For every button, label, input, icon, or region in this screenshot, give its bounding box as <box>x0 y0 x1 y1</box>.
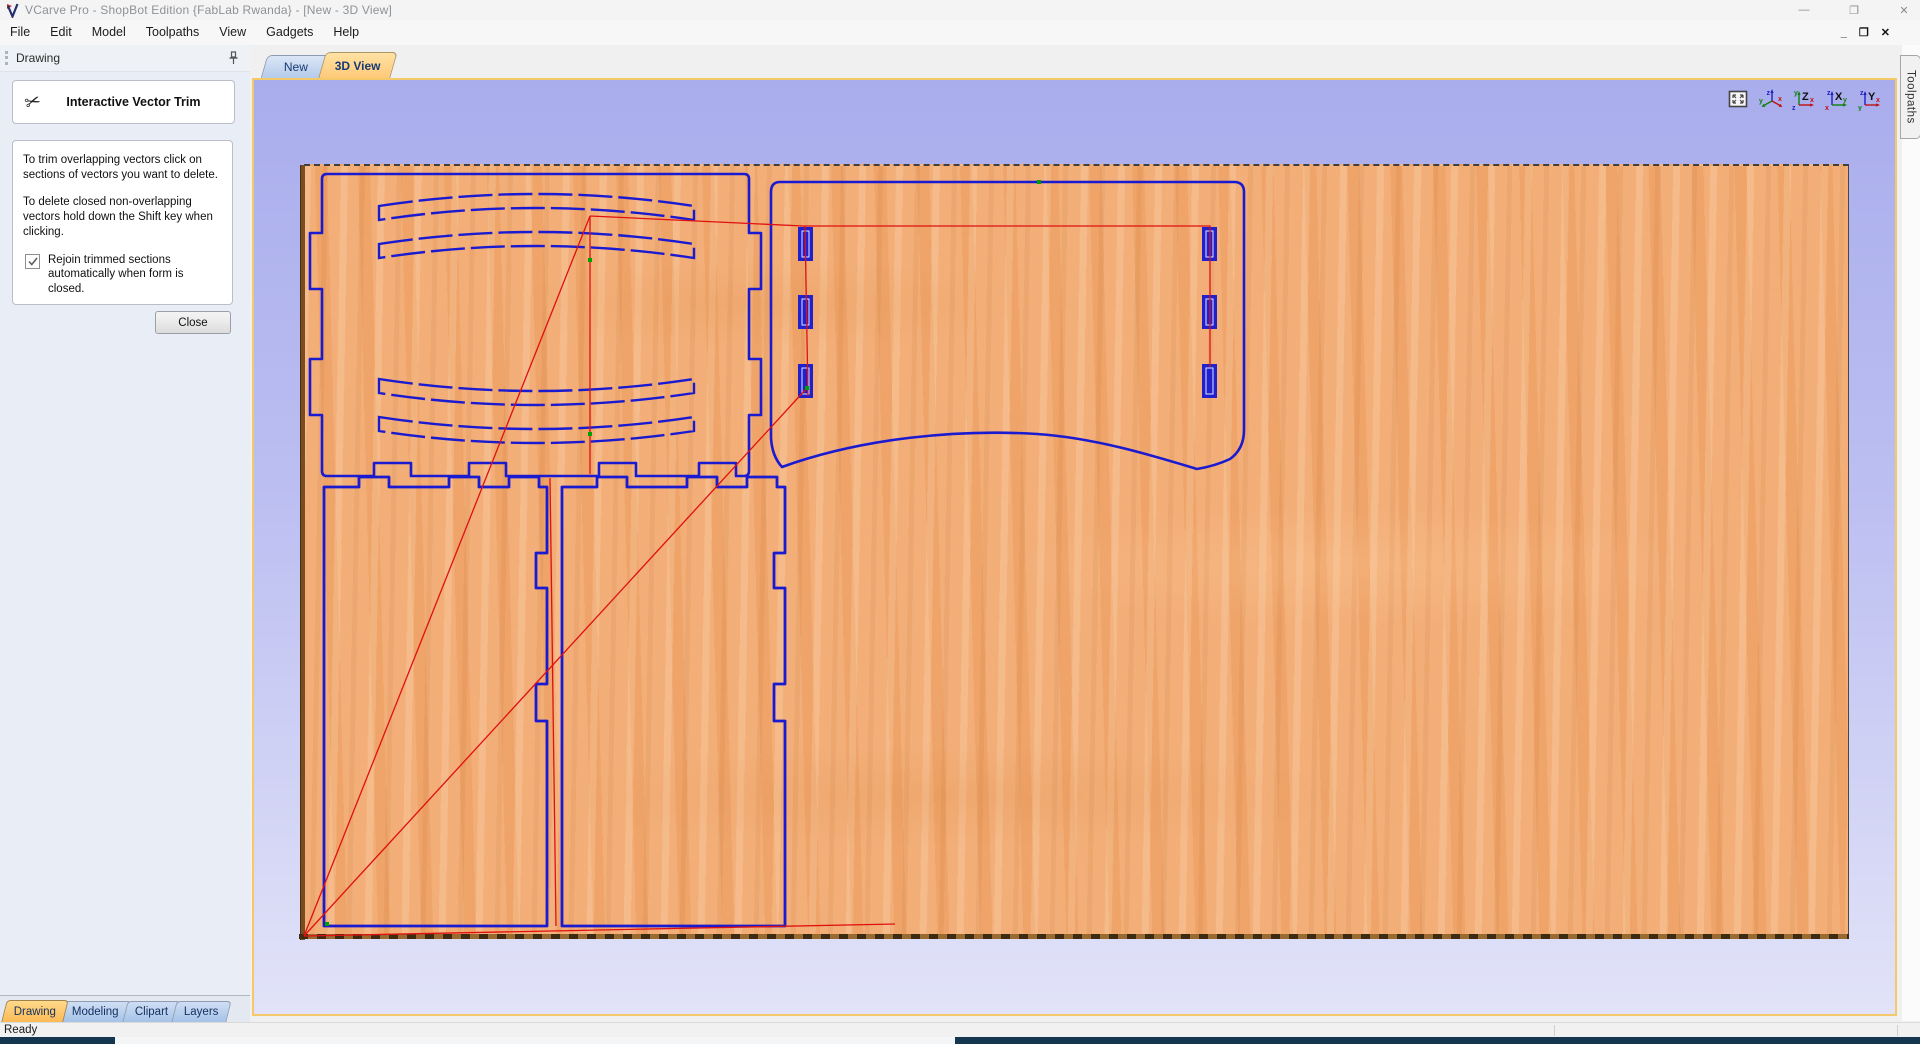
trim-instructions-box: To trim overlapping vectors click on sec… <box>12 140 233 305</box>
menu-model[interactable]: Model <box>82 20 136 45</box>
svg-text:Z: Z <box>1802 91 1809 103</box>
svg-text:Y: Y <box>1868 91 1876 103</box>
svg-text:x: x <box>1778 96 1782 103</box>
status-bar: Ready <box>0 1022 1920 1038</box>
taskbar-light-segment <box>115 1037 955 1044</box>
instruction-paragraph-2: To delete closed non-overlapping vectors… <box>23 196 213 238</box>
svg-text:y: y <box>1759 98 1763 105</box>
svg-text:y: y <box>1843 97 1847 104</box>
instruction-paragraph-1: To trim overlapping vectors click on sec… <box>23 154 218 181</box>
menu-view[interactable]: View <box>209 20 256 45</box>
backrest-slats[interactable] <box>377 192 696 445</box>
side-view-y-icon[interactable]: z x y Y <box>1857 86 1883 112</box>
window-close-button[interactable]: ✕ <box>1896 4 1912 17</box>
rejoin-checkbox[interactable] <box>25 253 40 269</box>
panel-tab-bar: Drawing Modeling Clipart Layers <box>0 995 250 1022</box>
document-window-controls: _ ❐ ✕ <box>1841 20 1890 45</box>
vcarve-app-window: VCarve Pro - ShopBot Edition {FabLab Rwa… <box>0 0 1920 1044</box>
window-minimize-button[interactable]: — <box>1796 4 1812 16</box>
iso-view-icon[interactable]: z y x <box>1758 86 1784 112</box>
document-area: New 3D View z y x y x z Z z y x X z x y … <box>250 45 1902 1021</box>
seat-panel-outline[interactable] <box>769 180 1246 471</box>
vector-node-markers <box>325 180 1041 926</box>
svg-text:x: x <box>1810 97 1814 104</box>
panel-header-label: Drawing <box>16 51 61 65</box>
front-view-x-icon[interactable]: z y x X <box>1824 86 1850 112</box>
view-orientation-toolbar: z y x y x z Z z y x X z x y Y <box>1725 86 1883 112</box>
doc-close-button[interactable]: ✕ <box>1881 26 1890 39</box>
tab-drawing[interactable]: Drawing <box>1 1000 69 1022</box>
window-title: VCarve Pro - ShopBot Edition {FabLab Rwa… <box>25 3 393 17</box>
svg-text:z: z <box>1792 105 1796 111</box>
svg-text:y: y <box>1858 105 1862 111</box>
document-tabs: New 3D View <box>260 45 398 78</box>
menu-help[interactable]: Help <box>323 20 369 45</box>
3d-view-canvas[interactable]: z y x y x z Z z y x X z x y Y <box>252 78 1897 1016</box>
svg-text:x: x <box>1825 105 1829 111</box>
seat-slots[interactable] <box>798 227 1217 398</box>
zoom-extents-icon[interactable] <box>1725 86 1751 112</box>
doc-minimize-button[interactable]: _ <box>1841 27 1847 39</box>
vector-drawing[interactable] <box>303 166 1849 937</box>
tab-modeling[interactable]: Modeling <box>59 1001 132 1022</box>
menubar: File Edit Model Toolpaths View Gadgets H… <box>0 20 1920 46</box>
side-panel-right-outline[interactable] <box>560 475 787 928</box>
titlebar: VCarve Pro - ShopBot Edition {FabLab Rwa… <box>0 0 1920 21</box>
taskbar-sliver <box>0 1037 1920 1044</box>
doc-restore-button[interactable]: ❐ <box>1859 26 1869 39</box>
scissors-icon: ✂ <box>22 89 44 115</box>
right-panel-strip: Toolpaths <box>1900 45 1920 1021</box>
status-separator <box>1897 1025 1898 1036</box>
tool-title: Interactive Vector Trim <box>66 95 201 109</box>
interactive-vector-trim-header: ✂ Interactive Vector Trim <box>12 80 235 124</box>
side-panel-left-outline[interactable] <box>322 475 549 928</box>
window-restore-button[interactable]: ❐ <box>1846 4 1862 17</box>
status-text: Ready <box>4 1024 38 1036</box>
drawing-panel: Drawing ✂ Interactive Vector Trim To tri… <box>0 45 251 995</box>
menu-edit[interactable]: Edit <box>40 20 82 45</box>
menu-file[interactable]: File <box>0 20 40 45</box>
tab-layers[interactable]: Layers <box>171 1001 232 1022</box>
top-view-z-icon[interactable]: y x z Z <box>1791 86 1817 112</box>
svg-text:x: x <box>1876 97 1880 104</box>
panel-grip-handle[interactable] <box>5 51 8 65</box>
drawing-panel-header: Drawing <box>0 45 250 72</box>
status-separator <box>1554 1025 1555 1036</box>
material-sheet[interactable] <box>299 164 1849 940</box>
rejoin-checkbox-label[interactable]: Rejoin trimmed sections automatically wh… <box>48 253 222 297</box>
menu-toolpaths[interactable]: Toolpaths <box>136 20 210 45</box>
tab-3d-view[interactable]: 3D View <box>318 52 398 78</box>
svg-text:z: z <box>1767 90 1771 97</box>
close-button[interactable]: Close <box>155 311 231 334</box>
checkmark-icon <box>27 257 38 266</box>
pin-icon[interactable] <box>229 51 238 65</box>
svg-text:z: z <box>1827 90 1831 97</box>
svg-text:y: y <box>1794 90 1798 97</box>
trim-guide-lines[interactable] <box>303 215 1211 937</box>
svg-text:z: z <box>1860 90 1864 97</box>
toolpaths-tab[interactable]: Toolpaths <box>1900 55 1920 139</box>
svg-text:X: X <box>1835 91 1843 103</box>
menu-gadgets[interactable]: Gadgets <box>256 20 323 45</box>
vcarve-logo-icon <box>6 3 19 18</box>
